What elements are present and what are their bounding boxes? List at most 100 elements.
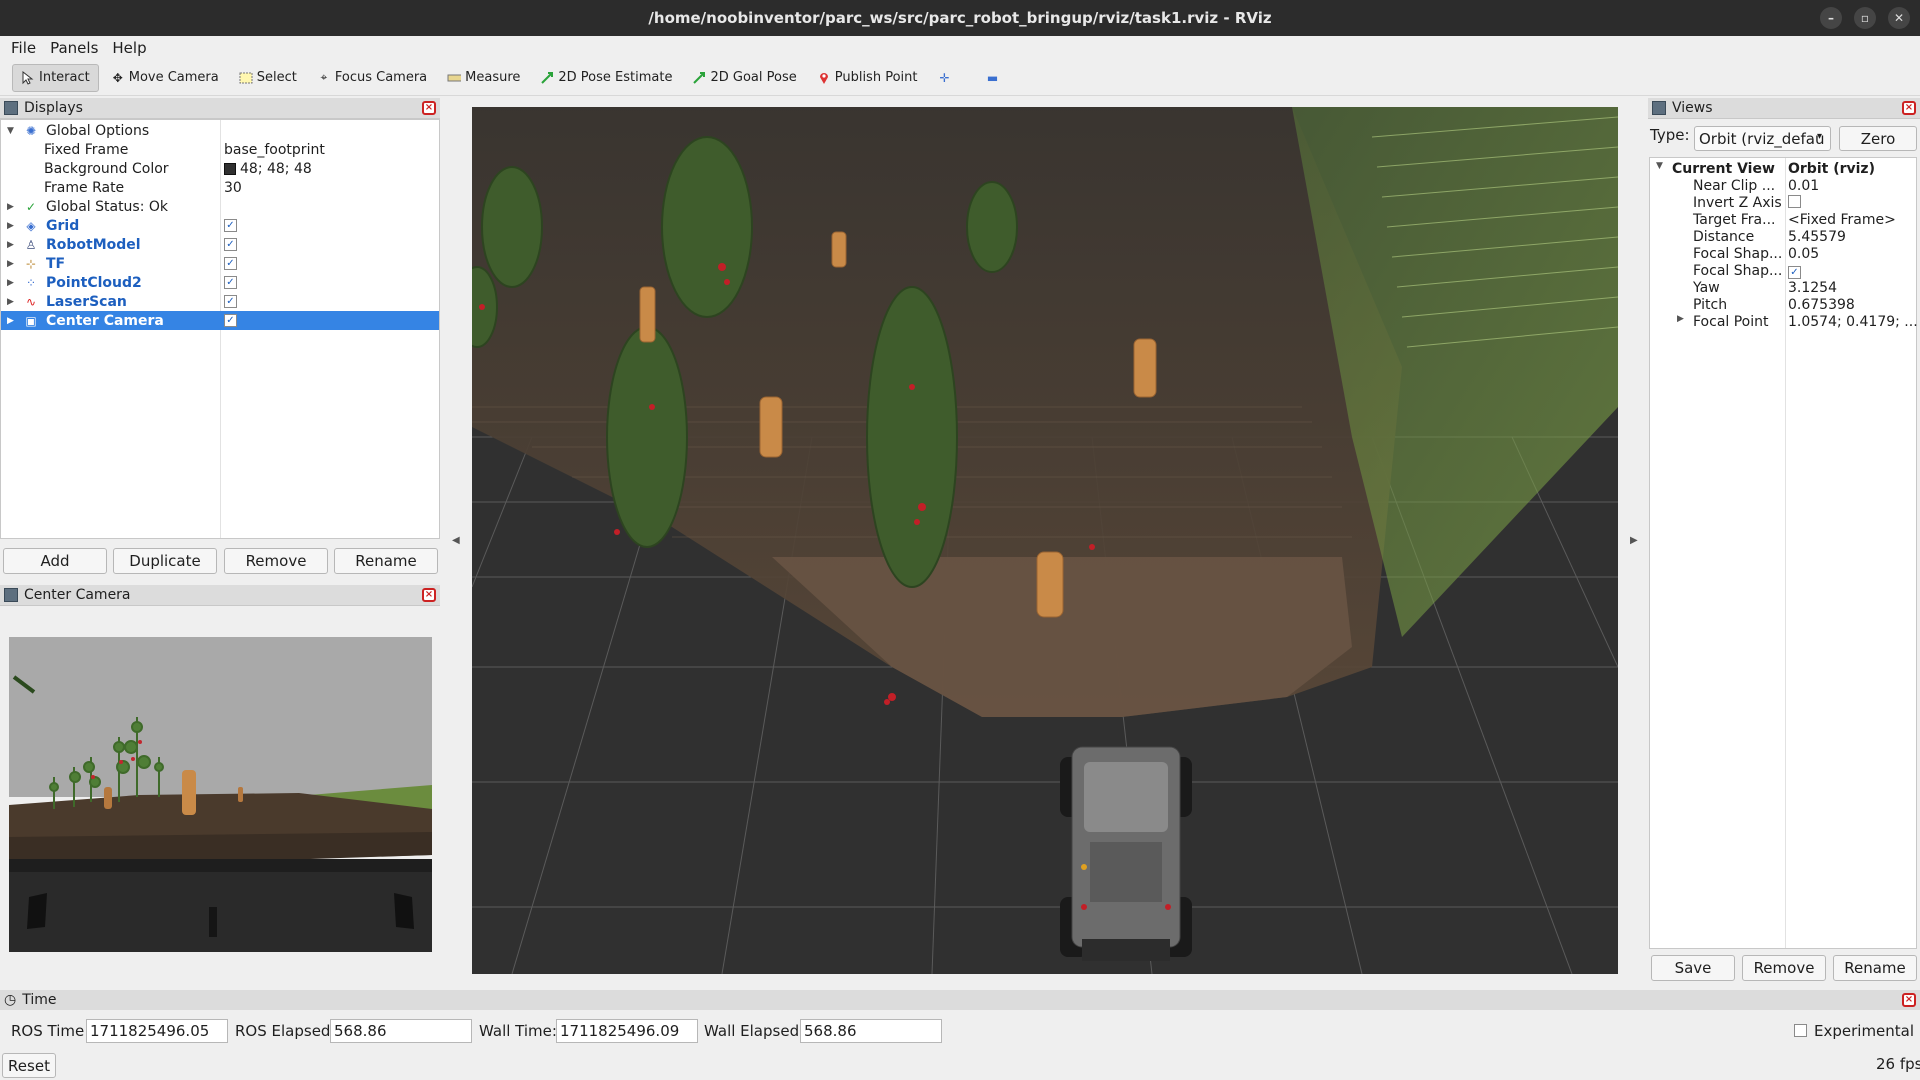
tree-row-focal-shape-size[interactable]: Focal Shap... 0.05 (1650, 246, 1916, 263)
measure-tool[interactable]: Measure (439, 64, 528, 92)
zero-button[interactable]: Zero (1839, 126, 1917, 151)
close-window-button[interactable]: ✕ (1888, 7, 1910, 29)
tree-row-fixed-frame[interactable]: Fixed Frame base_footprint (1, 140, 439, 159)
invert-z-label: Invert Z Axis (1693, 195, 1782, 211)
expand-arrow-icon[interactable]: ▼ (1656, 161, 1663, 171)
laserscan-label: LaserScan (46, 293, 127, 310)
grid-checkbox[interactable]: ✓ (224, 219, 237, 232)
remove-view-button[interactable]: Remove (1742, 955, 1826, 981)
collapsed-arrow-icon[interactable]: ▶ (7, 278, 17, 288)
crosshair-icon: ⌖ (320, 70, 328, 84)
collapsed-arrow-icon[interactable]: ▶ (7, 297, 17, 307)
laserscan-checkbox[interactable]: ✓ (224, 295, 237, 308)
collapsed-arrow-icon[interactable]: ▶ (7, 240, 17, 250)
minimize-button[interactable]: – (1820, 7, 1842, 29)
tree-row-global-options[interactable]: ▼ ✺ Global Options (1, 121, 439, 140)
focus-camera-tool[interactable]: ⌖ Focus Camera (309, 64, 435, 92)
clock-icon: ◷ (4, 992, 17, 1008)
distance-value[interactable]: 5.45579 (1788, 229, 1846, 245)
near-clip-value[interactable]: 0.01 (1788, 178, 1819, 194)
tf-checkbox[interactable]: ✓ (224, 257, 237, 270)
3d-render-view[interactable] (472, 107, 1618, 974)
tree-row-grid[interactable]: ▶ ◈ Grid ✓ (1, 216, 439, 235)
menu-file[interactable]: File (6, 37, 41, 59)
select-tool[interactable]: Select (231, 64, 305, 92)
menu-panels[interactable]: Panels (45, 37, 103, 59)
add-button[interactable]: Add (3, 548, 107, 574)
pitch-value[interactable]: 0.675398 (1788, 297, 1855, 313)
tree-row-current-view[interactable]: ▼ Current View Orbit (rviz) (1650, 161, 1916, 178)
yaw-value[interactable]: 3.1254 (1788, 280, 1837, 296)
expand-arrow-icon[interactable]: ▼ (7, 126, 17, 136)
invert-z-checkbox[interactable] (1788, 195, 1801, 208)
robot-model-checkbox[interactable]: ✓ (224, 238, 237, 251)
center-camera-checkbox[interactable]: ✓ (224, 314, 237, 327)
focal-point-value[interactable]: 1.0574; 0.4179; ... (1788, 314, 1918, 330)
collapsed-arrow-icon[interactable]: ▶ (7, 221, 17, 231)
ros-elapsed-field[interactable]: 568.86 (330, 1019, 472, 1043)
view-type-dropdown[interactable]: Orbit (rviz_defau (1694, 126, 1831, 151)
reset-button[interactable]: Reset (2, 1053, 56, 1078)
close-icon[interactable]: × (422, 101, 436, 115)
tree-row-center-camera[interactable]: ▶ ▣ Center Camera ✓ (1, 311, 439, 330)
tree-row-invert-z[interactable]: Invert Z Axis (1650, 195, 1916, 212)
tree-row-target-frame[interactable]: Target Fra... <Fixed Frame> (1650, 212, 1916, 229)
rename-view-button[interactable]: Rename (1833, 955, 1917, 981)
interact-tool[interactable]: Interact (12, 63, 99, 92)
fixed-frame-label: Fixed Frame (44, 141, 129, 158)
collapsed-arrow-icon[interactable]: ▶ (7, 259, 17, 269)
tree-row-distance[interactable]: Distance 5.45579 (1650, 229, 1916, 246)
wall-time-field[interactable]: 1711825496.09 (556, 1019, 698, 1043)
focal-shape-size-value[interactable]: 0.05 (1788, 246, 1819, 262)
focal-shape-fixed-checkbox[interactable]: ✓ (1788, 266, 1801, 279)
tree-row-background-color[interactable]: Background Color 48; 48; 48 (1, 159, 439, 178)
background-color-value[interactable]: 48; 48; 48 (224, 161, 312, 177)
collapsed-arrow-icon[interactable]: ▶ (7, 316, 17, 326)
tree-row-laserscan[interactable]: ▶ ∿ LaserScan ✓ (1, 292, 439, 311)
tree-row-tf[interactable]: ▶ ⊹ TF ✓ (1, 254, 439, 273)
view-type-label: Type: (1650, 126, 1690, 144)
tree-row-global-status[interactable]: ▶ ✓ Global Status: Ok (1, 197, 439, 216)
ros-time-field[interactable]: 1711825496.05 (86, 1019, 228, 1043)
tree-row-pitch[interactable]: Pitch 0.675398 (1650, 297, 1916, 314)
remove-tool-button[interactable]: ▬ (977, 64, 1007, 92)
collapsed-arrow-icon[interactable]: ▶ (1677, 314, 1684, 324)
publish-point-tool[interactable]: Publish Point (809, 64, 926, 92)
collapse-left-arrow-icon[interactable]: ◀ (452, 535, 460, 546)
global-options-label: Global Options (46, 122, 150, 139)
experimental-checkbox[interactable] (1794, 1024, 1807, 1037)
pointcloud2-checkbox[interactable]: ✓ (224, 276, 237, 289)
collapsed-arrow-icon[interactable]: ▶ (7, 202, 17, 212)
fixed-frame-value[interactable]: base_footprint (224, 142, 325, 158)
frame-rate-value[interactable]: 30 (224, 180, 242, 196)
tf-label: TF (46, 255, 66, 272)
maximize-button[interactable]: ▫ (1854, 7, 1876, 29)
goal-pose-tool[interactable]: 2D Goal Pose (684, 64, 804, 92)
camera-image (9, 637, 432, 952)
rename-display-button[interactable]: Rename (334, 548, 438, 574)
menu-help[interactable]: Help (107, 37, 151, 59)
save-view-button[interactable]: Save (1651, 955, 1735, 981)
tree-row-yaw[interactable]: Yaw 3.1254 (1650, 280, 1916, 297)
goal-pose-label: 2D Goal Pose (710, 70, 797, 85)
tree-row-focal-shape-fixed[interactable]: Focal Shap... ✓ (1650, 263, 1916, 280)
pose-estimate-tool[interactable]: 2D Pose Estimate (532, 64, 680, 92)
global-status-label: Global Status: Ok (46, 198, 169, 215)
wall-elapsed-field[interactable]: 568.86 (800, 1019, 942, 1043)
chevron-down-icon[interactable]: ▾ (1817, 131, 1822, 142)
tree-row-frame-rate[interactable]: Frame Rate 30 (1, 178, 439, 197)
tree-row-robot-model[interactable]: ▶ ♙ RobotModel ✓ (1, 235, 439, 254)
add-tool-button[interactable]: ✛ (929, 64, 959, 92)
close-icon[interactable]: × (1902, 993, 1916, 1007)
move-camera-tool[interactable]: ✥ Move Camera (103, 64, 227, 92)
tree-row-pointcloud2[interactable]: ▶ ⁘ PointCloud2 ✓ (1, 273, 439, 292)
tree-row-focal-point[interactable]: ▶ Focal Point 1.0574; 0.4179; ... (1650, 314, 1918, 331)
close-icon[interactable]: × (422, 588, 436, 602)
tree-row-near-clip[interactable]: Near Clip ... 0.01 (1650, 178, 1916, 195)
duplicate-button[interactable]: Duplicate (113, 548, 217, 574)
remove-display-button[interactable]: Remove (224, 548, 328, 574)
displays-tree: ▼ ✺ Global Options Fixed Frame base_foot… (0, 119, 440, 539)
target-frame-value[interactable]: <Fixed Frame> (1788, 212, 1896, 228)
close-icon[interactable]: × (1902, 101, 1916, 115)
collapse-right-arrow-icon[interactable]: ▶ (1630, 535, 1638, 546)
